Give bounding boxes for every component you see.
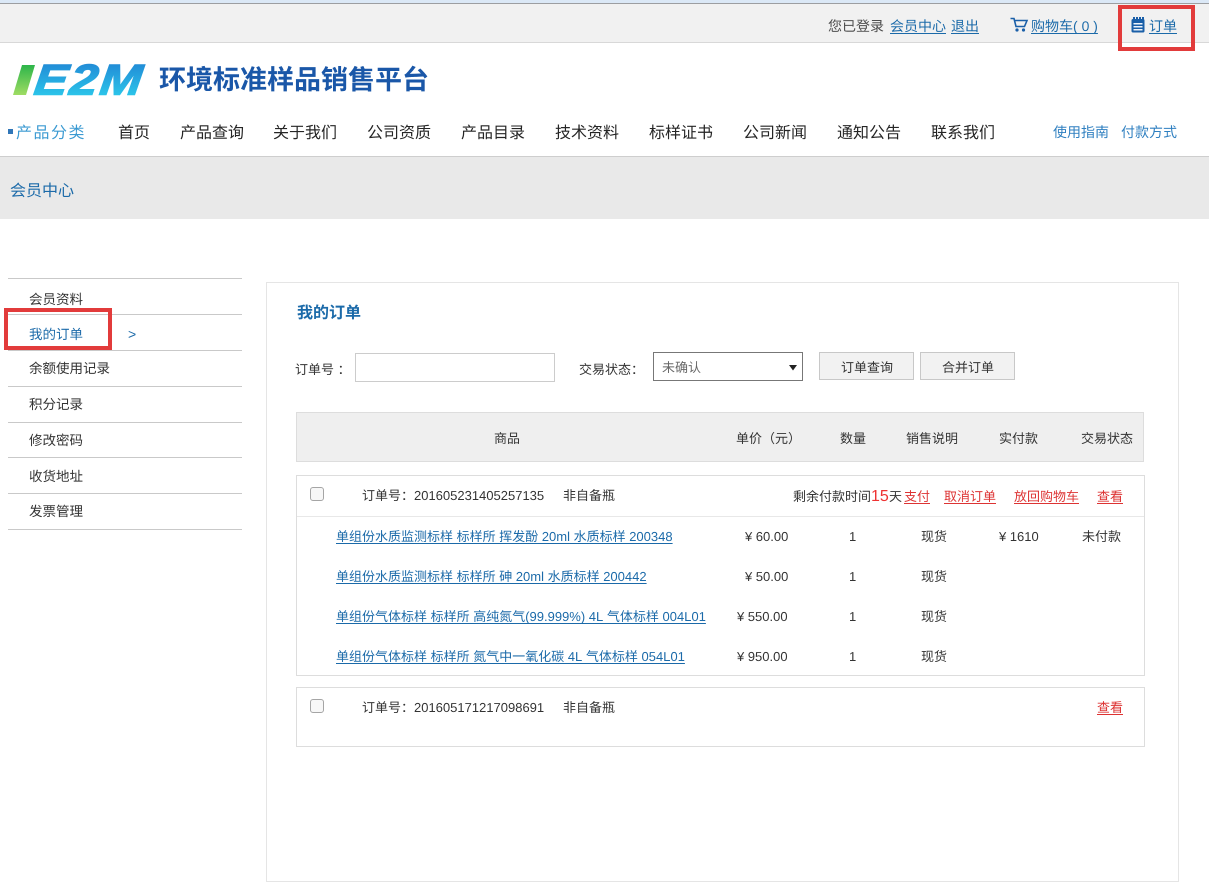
svg-text:E2M: E2M [32, 62, 147, 98]
